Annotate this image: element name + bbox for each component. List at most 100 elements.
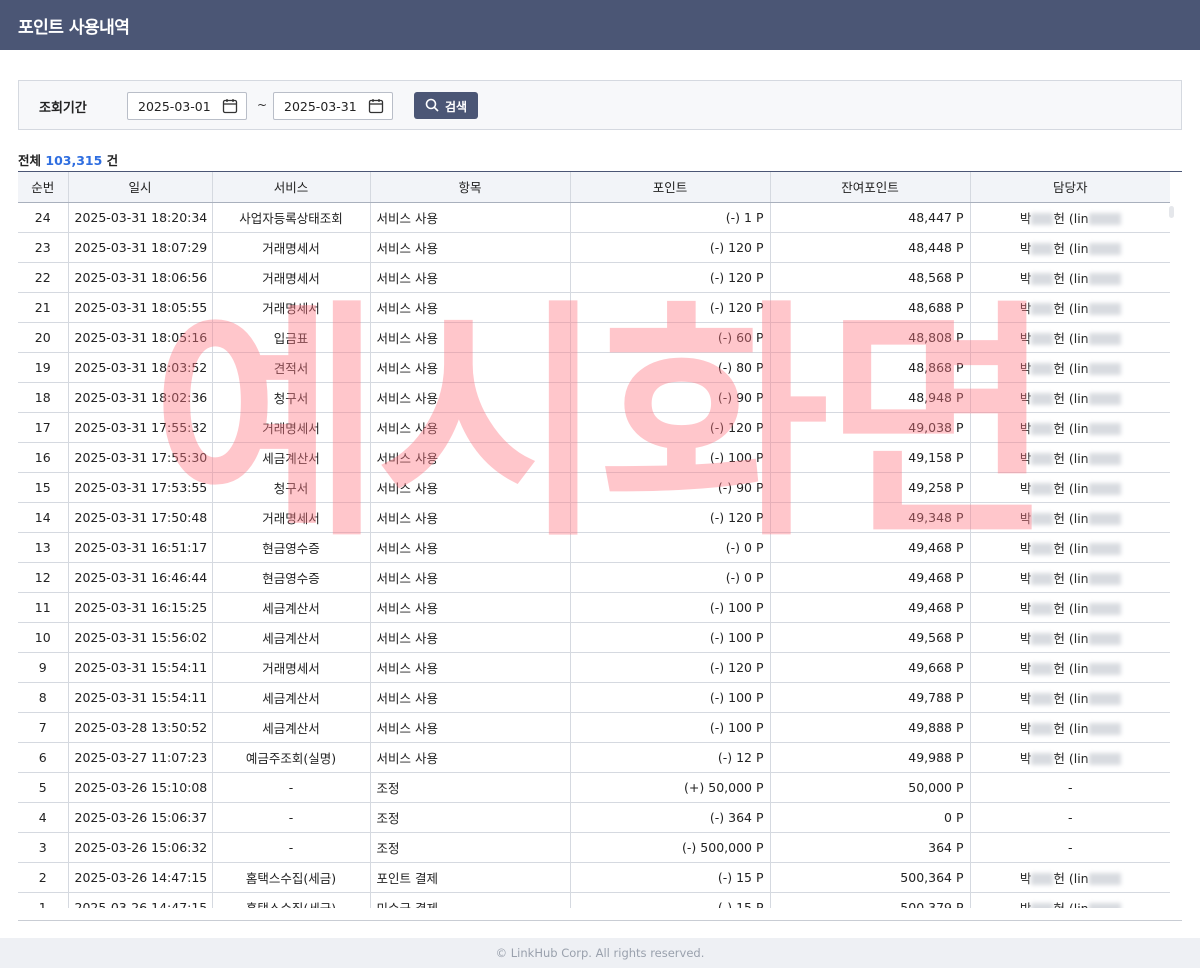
cell-manager: 박헌 (lin [970, 862, 1170, 893]
redacted-mask [1088, 453, 1121, 465]
redacted-mask [1031, 423, 1054, 435]
cell-service: 거래명세서 [212, 652, 371, 683]
cell-datetime: 2025-03-31 15:54:11 [68, 682, 213, 713]
cell-manager: 박헌 (lin [970, 502, 1170, 533]
cell-manager: 박헌 (lin [970, 712, 1170, 743]
cell-balance: 50,000 P [770, 772, 971, 803]
redacted-mask [1031, 333, 1054, 345]
redacted-mask [1088, 633, 1121, 645]
cell-item: 조정 [370, 772, 571, 803]
copyright-text: © LinkHub Corp. All rights reserved. [495, 946, 705, 960]
history-table-container[interactable]: 순번 일시 서비스 항목 포인트 잔여포인트 담당자 24 2025-03-31 … [18, 171, 1182, 908]
table-row: 8 2025-03-31 15:54:11 세금계산서 서비스 사용 (-) 100 P… [18, 682, 1170, 713]
cell-datetime: 2025-03-31 18:06:56 [68, 262, 213, 293]
table-row: 21 2025-03-31 18:05:55 거래명세서 서비스 사용 (-) 120 … [18, 292, 1170, 323]
cell-datetime: 2025-03-31 18:05:16 [68, 322, 213, 353]
table-row: 12 2025-03-31 16:46:44 현금영수증 서비스 사용 (-) 0 P4… [18, 562, 1170, 593]
cell-manager: 박헌 (lin [970, 592, 1170, 623]
cell-item: 서비스 사용 [370, 382, 571, 413]
cell-item: 서비스 사용 [370, 322, 571, 353]
table-row: 3 2025-03-26 15:06:32- 조정 (-) 500,000 P 364 … [18, 832, 1170, 863]
redacted-mask [1088, 663, 1121, 675]
cell-datetime: 2025-03-31 16:51:17 [68, 532, 213, 563]
cell-balance: 49,668 P [770, 652, 971, 683]
redacted-mask [1031, 633, 1054, 645]
redacted-mask [1031, 903, 1054, 908]
table-row: 17 2025-03-31 17:55:32 거래명세서 서비스 사용 (-) 120 … [18, 412, 1170, 443]
cell-no: 10 [18, 622, 69, 653]
table-row: 20 2025-03-31 18:05:16 입금표 서비스 사용 (-) 60 P 48… [18, 322, 1170, 353]
cell-point: (-) 500,000 P [570, 832, 771, 863]
cell-datetime: 2025-03-31 18:05:55 [68, 292, 213, 323]
redacted-mask [1031, 753, 1054, 765]
calendar-icon[interactable] [222, 98, 238, 114]
cell-datetime: 2025-03-31 17:53:55 [68, 472, 213, 503]
cell-manager: 박헌 (lin [970, 292, 1170, 323]
cell-service: 세금계산서 [212, 712, 371, 743]
cell-balance: 49,888 P [770, 712, 971, 743]
cell-balance: 48,868 P [770, 352, 971, 383]
cell-balance: 48,447 P [770, 202, 971, 233]
cell-no: 19 [18, 352, 69, 383]
cell-no: 13 [18, 532, 69, 563]
cell-service: 세금계산서 [212, 682, 371, 713]
cell-manager: 박헌 (lin [970, 472, 1170, 503]
redacted-mask [1088, 543, 1121, 555]
cell-balance: 48,948 P [770, 382, 971, 413]
col-header-point: 포인트 [570, 172, 771, 203]
cell-manager: - [970, 832, 1170, 863]
cell-point: (-) 100 P [570, 682, 771, 713]
cell-point: (-) 364 P [570, 802, 771, 833]
cell-point: (-) 60 P [570, 322, 771, 353]
cell-balance: 500,364 P [770, 862, 971, 893]
cell-item: 서비스 사용 [370, 622, 571, 653]
table-row: 23 2025-03-31 18:07:29 거래명세서 서비스 사용 (-) 120 … [18, 232, 1170, 263]
calendar-icon[interactable] [368, 98, 384, 114]
cell-datetime: 2025-03-28 13:50:52 [68, 712, 213, 743]
redacted-mask [1088, 243, 1121, 255]
cell-service: 견적서 [212, 352, 371, 383]
cell-datetime: 2025-03-31 18:07:29 [68, 232, 213, 263]
redacted-mask [1031, 603, 1054, 615]
cell-point: (-) 120 P [570, 652, 771, 683]
cell-service: - [212, 802, 371, 833]
cell-point: (-) 90 P [570, 472, 771, 503]
redacted-mask [1031, 393, 1054, 405]
cell-manager: 박헌 (lin [970, 652, 1170, 683]
cell-point: (-) 80 P [570, 352, 771, 383]
cell-point: (-) 100 P [570, 442, 771, 473]
cell-point: (-) 120 P [570, 232, 771, 263]
cell-manager: 박헌 (lin [970, 742, 1170, 773]
date-to-input[interactable]: 2025-03-31 [273, 92, 393, 120]
table-row: 13 2025-03-31 16:51:17 현금영수증 서비스 사용 (-) 0 P4… [18, 532, 1170, 563]
redacted-mask [1031, 213, 1054, 225]
cell-datetime: 2025-03-26 14:47:15 [68, 892, 213, 908]
cell-balance: 49,158 P [770, 442, 971, 473]
cell-item: 미수금 결제 [370, 892, 571, 908]
redacted-mask [1031, 573, 1054, 585]
redacted-mask [1031, 483, 1054, 495]
table-row: 19 2025-03-31 18:03:52 견적서 서비스 사용 (-) 80 P 48… [18, 352, 1170, 383]
cell-datetime: 2025-03-31 18:02:36 [68, 382, 213, 413]
filter-panel: 조회기간 2025-03-01 ~ 2025-03-31 검색 [18, 80, 1182, 130]
cell-point: (-) 120 P [570, 502, 771, 533]
cell-point: (-) 15 P [570, 892, 771, 908]
cell-service: - [212, 832, 371, 863]
cell-datetime: 2025-03-26 15:10:08 [68, 772, 213, 803]
table-scrollbar[interactable] [1169, 206, 1174, 218]
redacted-mask [1088, 693, 1121, 705]
cell-manager: - [970, 802, 1170, 833]
cell-no: 7 [18, 712, 69, 743]
cell-manager: 박헌 (lin [970, 262, 1170, 293]
cell-datetime: 2025-03-31 17:50:48 [68, 502, 213, 533]
table-header-row: 순번 일시 서비스 항목 포인트 잔여포인트 담당자 [18, 172, 1170, 203]
date-from-input[interactable]: 2025-03-01 [127, 92, 247, 120]
search-button[interactable]: 검색 [414, 92, 478, 119]
table-row: 15 2025-03-31 17:53:55 청구서 서비스 사용 (-) 90 P 49… [18, 472, 1170, 503]
table-row: 16 2025-03-31 17:55:30 세금계산서 서비스 사용 (-) 100 … [18, 442, 1170, 473]
cell-service: 거래명세서 [212, 502, 371, 533]
cell-datetime: 2025-03-26 15:06:32 [68, 832, 213, 863]
table-row: 11 2025-03-31 16:15:25 세금계산서 서비스 사용 (-) 100 … [18, 592, 1170, 623]
redacted-mask [1088, 513, 1121, 525]
col-header-balance: 잔여포인트 [770, 172, 971, 203]
